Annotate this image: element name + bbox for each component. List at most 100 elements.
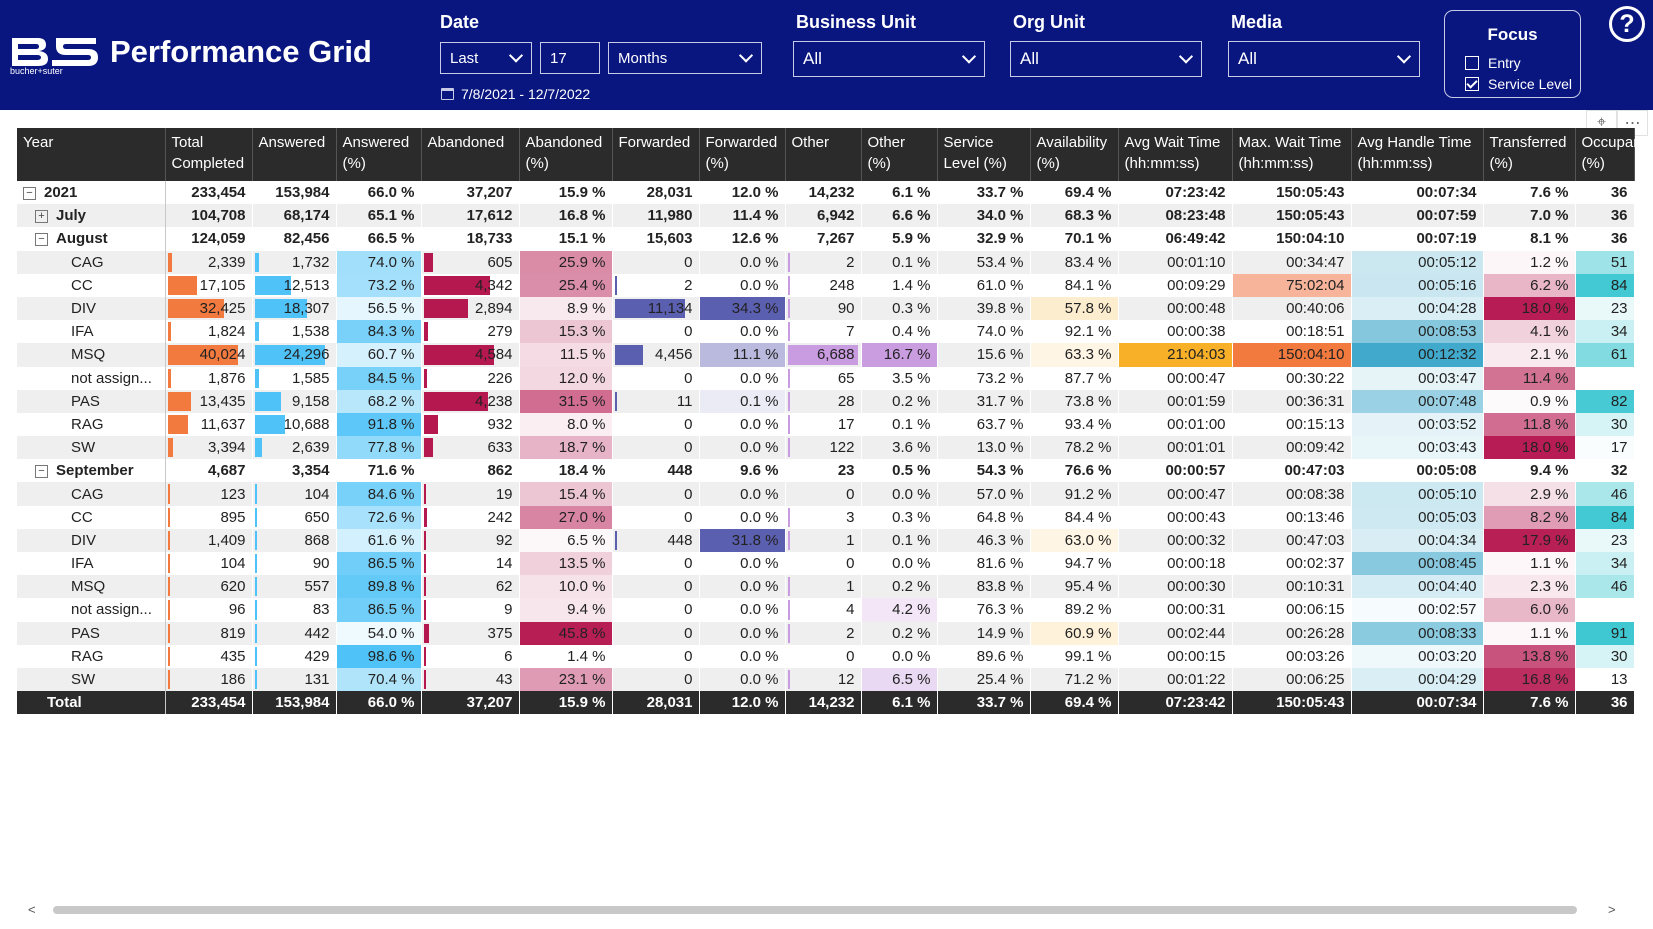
cell-value: 00:07:48 bbox=[1418, 392, 1477, 410]
focus-panel: Focus Entry Service Level bbox=[1444, 10, 1581, 98]
data-bar bbox=[787, 623, 790, 643]
media-dropdown[interactable]: All bbox=[1228, 41, 1420, 77]
table-cell: 3 bbox=[785, 505, 862, 529]
table-cell: 0 bbox=[612, 575, 700, 599]
table-cell: 00:00:15 bbox=[1118, 644, 1233, 668]
table-cell: 1.1 % bbox=[1483, 621, 1576, 645]
cell-value: 6.1 % bbox=[892, 184, 931, 202]
cell-value: 63.3 % bbox=[1064, 346, 1112, 364]
table-cell: 18.0 % bbox=[1483, 296, 1576, 321]
column-header[interactable]: Answered bbox=[252, 128, 337, 181]
data-bar bbox=[167, 530, 170, 550]
report-header: bucher+suter Performance Grid Date Last … bbox=[0, 0, 1653, 110]
column-header[interactable]: Other (%) bbox=[861, 128, 938, 181]
business-unit-dropdown[interactable]: All bbox=[793, 41, 985, 77]
table-row: SW 186 131 70.4 % 43 23.1 % 0 0.0 % 12 6.5 % 25.4 … bbox=[17, 667, 1635, 692]
scrollbar-thumb[interactable] bbox=[53, 906, 1577, 914]
data-bar bbox=[254, 530, 257, 550]
column-header[interactable]: Transferred (%) bbox=[1483, 128, 1576, 181]
column-header[interactable]: Answered (%) bbox=[336, 128, 422, 181]
table-cell: 4.2 % bbox=[861, 598, 938, 622]
cell-value: 65.1 % bbox=[367, 207, 415, 225]
cell-value: 0.0 % bbox=[740, 253, 779, 271]
help-icon[interactable]: ? bbox=[1609, 6, 1645, 42]
cell-value: 2,639 bbox=[291, 439, 330, 457]
table-cell: 74.0 % bbox=[336, 250, 422, 274]
table-cell: 25.9 % bbox=[519, 250, 613, 274]
checkbox-unchecked-icon[interactable] bbox=[1465, 56, 1479, 70]
cell-value: 43 bbox=[495, 671, 513, 689]
cell-value: 00:47:03 bbox=[1284, 462, 1345, 480]
cell-value: 15.9 % bbox=[558, 184, 606, 202]
column-header[interactable]: Year bbox=[17, 128, 166, 181]
table-cell: 00:00:30 bbox=[1118, 575, 1233, 599]
column-header[interactable]: Avg Handle Time (hh:mm:ss) bbox=[1351, 128, 1484, 181]
column-header[interactable]: Max. Wait Time (hh:mm:ss) bbox=[1232, 128, 1352, 181]
cell-value: 0 bbox=[684, 601, 693, 619]
cell-value: 00:04:40 bbox=[1418, 578, 1477, 596]
media-label: Media bbox=[1231, 12, 1283, 32]
cell-value: 00:18:51 bbox=[1286, 323, 1345, 341]
data-bar bbox=[167, 322, 171, 342]
scroll-right-icon[interactable]: > bbox=[1608, 902, 1616, 917]
column-header[interactable]: Forwarded (%) bbox=[699, 128, 786, 181]
date-count-input[interactable]: 17 bbox=[540, 42, 600, 74]
table-cell: 0.2 % bbox=[861, 575, 938, 599]
cell-value: 1.4 % bbox=[567, 647, 606, 665]
table-cell: 242 bbox=[421, 505, 520, 529]
table-cell: 39.8 % bbox=[937, 296, 1031, 321]
column-header[interactable]: Total Completed bbox=[165, 128, 253, 181]
table-cell: 96 bbox=[165, 598, 253, 622]
column-header[interactable]: Other bbox=[785, 128, 862, 181]
table-cell: 00:05:16 bbox=[1351, 273, 1484, 297]
column-header[interactable]: Occupancy (%) bbox=[1575, 128, 1653, 181]
column-header[interactable]: Service Level (%) bbox=[937, 128, 1031, 181]
org-unit-dropdown[interactable]: All bbox=[1010, 41, 1202, 77]
cell-value: 4,584 bbox=[474, 346, 513, 364]
cell-value: 00:04:28 bbox=[1418, 300, 1477, 318]
table-cell: 66.0 % bbox=[336, 691, 422, 715]
column-header[interactable]: Forwarded bbox=[612, 128, 700, 181]
checkbox-checked-icon[interactable] bbox=[1465, 77, 1479, 91]
table-cell: 4,238 bbox=[421, 389, 520, 413]
cell-value: 104,708 bbox=[191, 207, 246, 225]
scroll-left-icon[interactable]: < bbox=[28, 902, 36, 917]
table-cell: 00:07:34 bbox=[1351, 691, 1484, 715]
date-range-display[interactable]: 7/8/2021 - 12/7/2022 bbox=[441, 86, 590, 102]
table-cell: 61 bbox=[1575, 343, 1635, 367]
table-cell: 233,454 bbox=[165, 691, 253, 715]
cell-value: 12 bbox=[837, 671, 855, 689]
table-cell: 0.0 % bbox=[699, 644, 786, 668]
column-header[interactable]: Abandoned (%) bbox=[519, 128, 613, 181]
cell-value: 14.9 % bbox=[976, 624, 1024, 642]
collapse-icon[interactable]: − bbox=[35, 233, 48, 246]
date-unit-dropdown[interactable]: Months bbox=[608, 42, 762, 74]
table-cell: 17 bbox=[785, 412, 862, 437]
cell-value: 0 bbox=[684, 555, 693, 573]
cell-value: 96 bbox=[228, 601, 246, 619]
table-cell: 60.9 % bbox=[1030, 621, 1119, 645]
cell-value: 33.7 % bbox=[976, 184, 1024, 202]
expand-icon[interactable]: + bbox=[35, 209, 48, 223]
table-cell: 83.8 % bbox=[937, 575, 1031, 599]
row-label-text: CC bbox=[71, 276, 93, 294]
cell-value: 10,688 bbox=[283, 415, 330, 433]
collapse-icon[interactable]: − bbox=[23, 186, 36, 200]
focus-option-service-level[interactable]: Service Level bbox=[1465, 76, 1572, 92]
column-header[interactable]: Avg Wait Time (hh:mm:ss) bbox=[1118, 128, 1233, 181]
table-cell: 1,409 bbox=[165, 528, 253, 552]
cell-value: 46 bbox=[1610, 578, 1628, 596]
horizontal-scrollbar[interactable]: < > bbox=[25, 902, 1619, 917]
data-bar bbox=[167, 391, 191, 411]
table-cell: 1,538 bbox=[252, 320, 337, 344]
focus-option-entry[interactable]: Entry bbox=[1465, 55, 1521, 71]
column-header[interactable]: Abandoned bbox=[421, 128, 520, 181]
date-mode-value: Last bbox=[450, 49, 479, 67]
collapse-icon[interactable]: − bbox=[35, 464, 48, 478]
table-cell: 00:00:47 bbox=[1118, 482, 1233, 506]
column-header[interactable]: Availability (%) bbox=[1030, 128, 1119, 181]
cell-value: 0.4 % bbox=[892, 323, 931, 341]
date-mode-dropdown[interactable]: Last bbox=[440, 42, 532, 74]
table-cell: 37,207 bbox=[421, 691, 520, 715]
table-cell: 0.4 % bbox=[861, 320, 938, 344]
